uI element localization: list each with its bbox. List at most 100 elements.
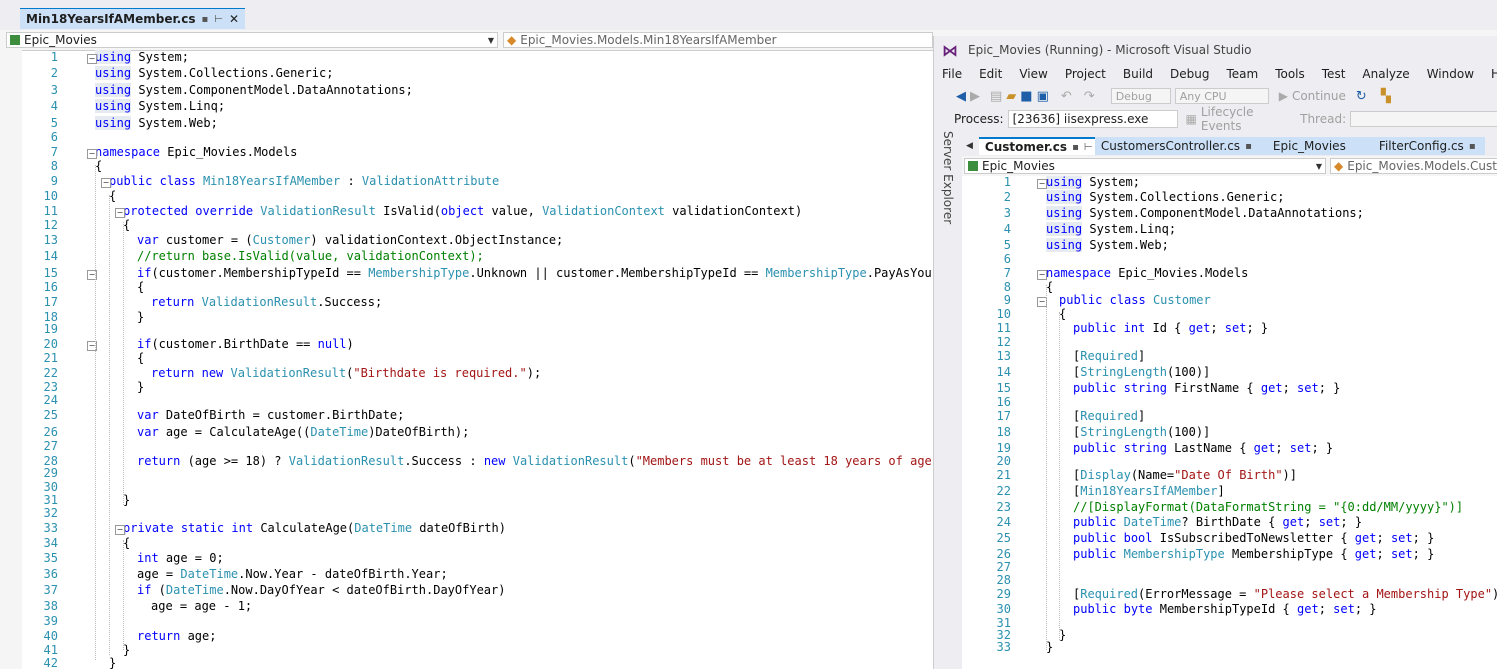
code-line: [StringLength(100)] [1073, 425, 1211, 439]
code-line: public bool IsSubscribedToNewsletter { g… [1073, 531, 1435, 545]
tab-label: Customer.cs [984, 140, 1068, 154]
tab-epic-movies[interactable]: Epic_Movies [1266, 137, 1373, 155]
line-number: 2 [1003, 190, 1011, 204]
new-project-icon[interactable]: ▤ [990, 89, 1002, 104]
csharp-project-icon [968, 161, 978, 171]
line-number: 34 [43, 536, 58, 550]
vs-navigation-bar: Epic_Movies ▼ ◆ Epic_Movies.Models.Custo… [962, 156, 1497, 177]
menu-build[interactable]: Build [1115, 67, 1162, 81]
line-number: 28 [996, 573, 1011, 587]
menu-test[interactable]: Test [1314, 67, 1355, 81]
chevron-down-icon: ▼ [1315, 161, 1322, 171]
title-bar: ⋈ Epic_Movies (Running) - Microsoft Visu… [934, 36, 1497, 64]
line-number: 39 [43, 614, 58, 628]
code-line: age = age - 1; [151, 599, 253, 613]
chevron-down-icon: ▼ [487, 35, 494, 45]
open-folder-icon[interactable]: ▰ [1006, 89, 1016, 104]
configuration-dropdown[interactable]: Debug [1110, 88, 1171, 104]
process-dropdown[interactable]: [23636] iisexpress.exe [1007, 110, 1178, 128]
collapse-toggle-icon[interactable]: − [1037, 179, 1047, 189]
pin-icon[interactable]: ▪ [1072, 142, 1079, 153]
lifecycle-events-button[interactable]: Lifecycle Events [1201, 105, 1290, 133]
tab-customer-cs[interactable]: Customer.cs ▪ ⊢ ✕ [978, 137, 1107, 155]
line-number: 23 [996, 500, 1011, 514]
code-line: } [109, 656, 117, 669]
line-number: 41 [43, 643, 58, 657]
menu-tools[interactable]: Tools [1267, 67, 1314, 81]
line-number: 7 [50, 145, 58, 159]
project-dropdown[interactable]: Epic_Movies ▼ [6, 32, 498, 48]
line-number: 7 [1003, 266, 1011, 280]
left-code-editor[interactable]: 1 using System; 2 using System.Collections.… [0, 50, 932, 669]
line-number: 11 [996, 321, 1011, 335]
line-number: 29 [996, 587, 1011, 601]
menu-edit[interactable]: Edit [971, 67, 1011, 81]
collapse-toggle-icon[interactable]: − [87, 54, 97, 64]
collapse-toggle-icon[interactable]: − [115, 525, 125, 535]
menu-help[interactable]: Help [1483, 67, 1497, 81]
tab-customerscontroller-cs[interactable]: CustomersController.cs ▪ [1094, 137, 1267, 155]
line-number: 25 [43, 408, 58, 422]
back-icon[interactable]: ◀ [956, 89, 966, 104]
line-number: 13 [996, 349, 1011, 363]
line-number: 12 [996, 335, 1011, 349]
code-line: if(customer.MembershipTypeId == Membersh… [137, 266, 932, 280]
code-line: protected override ValidationResult IsVa… [123, 204, 803, 218]
code-line: public DateTime? BirthDate { get; set; } [1073, 515, 1363, 529]
line-number: 5 [1003, 238, 1011, 252]
menu-view[interactable]: View [1011, 67, 1056, 81]
pin-icon[interactable]: ▪ [202, 14, 209, 25]
menu-debug[interactable]: Debug [1162, 67, 1218, 81]
line-number: 20 [996, 454, 1011, 468]
tab-filterconfig-cs[interactable]: FilterConfig.cs ▪ [1372, 137, 1485, 155]
menu-file[interactable]: File [934, 67, 971, 81]
continue-button[interactable]: Continue [1292, 89, 1346, 103]
menu-team[interactable]: Team [1218, 67, 1267, 81]
menu-analyze[interactable]: Analyze [1354, 67, 1418, 81]
collapse-toggle-icon[interactable]: − [115, 208, 125, 218]
line-number: 17 [996, 409, 1011, 423]
code-line: var DateOfBirth = customer.BirthDate; [137, 408, 405, 422]
pushpin-icon[interactable]: ⊢ [1084, 142, 1093, 153]
code-line: return (age >= 18) ? ValidationResult.Su… [137, 454, 932, 468]
line-number: 25 [996, 531, 1011, 545]
vs-class-dropdown[interactable]: ◆ Epic_Movies.Models.Customer [1330, 158, 1497, 174]
tab-min18yearsifamember[interactable]: Min18YearsIfAMember.cs ▪ ⊢ ✕ [20, 8, 246, 29]
line-number: 11 [43, 204, 58, 218]
save-all-icon[interactable]: ▣ [1037, 89, 1049, 104]
platform-dropdown[interactable]: Any CPU [1174, 88, 1269, 104]
forward-icon[interactable]: ▶ [970, 89, 980, 104]
collapse-toggle-icon[interactable]: − [1037, 270, 1047, 280]
code-line: using System.Linq; [1046, 222, 1177, 236]
indent-guide [1046, 285, 1047, 650]
undo-icon[interactable]: ↶ [1061, 89, 1072, 104]
code-line: namespace Epic_Movies.Models [95, 145, 298, 159]
browser-link-icon[interactable]: ▚ [1381, 89, 1391, 104]
redo-icon[interactable]: ↷ [1084, 89, 1095, 104]
code-line: } [123, 493, 131, 507]
code-line: { [95, 159, 103, 173]
refresh-icon[interactable]: ↻ [1356, 89, 1367, 104]
tab-scroll-left-icon[interactable]: ◀ [966, 141, 973, 151]
thread-dropdown[interactable] [1350, 111, 1497, 127]
line-number: 5 [50, 116, 58, 130]
menu-window[interactable]: Window [1419, 67, 1483, 81]
code-line: { [1046, 280, 1054, 294]
vs-project-dropdown[interactable]: Epic_Movies ▼ [964, 158, 1326, 174]
menu-project[interactable]: Project [1057, 67, 1115, 81]
class-dropdown[interactable]: ◆ Epic_Movies.Models.Min18YearsIfAMember [503, 32, 933, 48]
close-icon[interactable]: ✕ [229, 12, 239, 26]
line-number: 24 [996, 515, 1011, 529]
project-dropdown-label: Epic_Movies [24, 33, 97, 47]
line-number: 20 [43, 337, 58, 351]
save-icon[interactable]: ■ [1020, 89, 1032, 104]
line-number: 14 [996, 365, 1011, 379]
collapse-toggle-icon[interactable]: − [87, 149, 97, 159]
pin-icon[interactable]: ▪ [1469, 141, 1476, 152]
collapse-toggle-icon[interactable]: − [101, 178, 111, 188]
pin-icon[interactable]: ▪ [1245, 141, 1252, 152]
pushpin-icon[interactable]: ⊢ [214, 14, 223, 25]
line-number: 8 [50, 159, 58, 173]
code-line: using System.ComponentModel.DataAnnotati… [95, 83, 413, 97]
server-explorer-tab[interactable]: Server Explorer [938, 131, 958, 236]
